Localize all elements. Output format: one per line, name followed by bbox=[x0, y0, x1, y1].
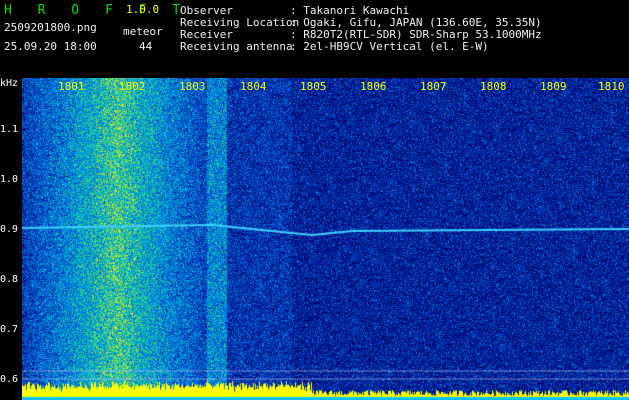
receiver-label: Receiver bbox=[180, 28, 233, 41]
y-tick: 0.8 bbox=[0, 274, 19, 285]
observer-value: : Takanori Kawachi bbox=[290, 4, 410, 17]
meteor-count: 44 bbox=[139, 40, 153, 53]
x-tick: 1803 bbox=[179, 80, 206, 93]
meteor-label: meteor bbox=[123, 25, 163, 38]
app-version: 1.0.0 bbox=[126, 3, 160, 16]
x-tick: 1801 bbox=[58, 80, 85, 93]
y-tick: 0.7 bbox=[0, 324, 19, 335]
x-tick: 1808 bbox=[480, 80, 507, 93]
y-tick: 1.0 bbox=[0, 174, 19, 185]
spectrogram bbox=[22, 78, 629, 400]
x-tick: 1802 bbox=[119, 80, 146, 93]
file-name: 2509201800.png bbox=[4, 21, 97, 34]
y-axis-unit: kHz bbox=[0, 78, 19, 89]
app-title: H R O F F T bbox=[4, 3, 190, 18]
header: H R O F F T 1.0.0 2509201800.png meteor … bbox=[0, 0, 629, 78]
x-tick: 1807 bbox=[420, 80, 447, 93]
receiver-value: : R820T2(RTL-SDR) SDR-Sharp 53.1000MHz bbox=[290, 28, 542, 41]
y-tick: 0.9 bbox=[0, 224, 19, 235]
file-datetime: 25.09.20 18:00 bbox=[4, 40, 97, 53]
x-tick: 1810 bbox=[598, 80, 625, 93]
antenna-label: Receiving antenna bbox=[180, 40, 293, 53]
x-tick: 1804 bbox=[240, 80, 267, 93]
x-tick: 1805 bbox=[300, 80, 327, 93]
location-label: Receiving Location bbox=[180, 16, 300, 29]
y-tick: 0.6 bbox=[0, 374, 19, 385]
y-axis: kHz 1.1 1.0 0.9 0.8 0.7 0.6 bbox=[0, 78, 22, 400]
observer-label: Observer bbox=[180, 4, 233, 17]
antenna-value: : 2el-HB9CV Vertical (el. E-W) bbox=[290, 40, 489, 53]
location-value: : Ogaki, Gifu, JAPAN (136.60E, 35.35N) bbox=[290, 16, 542, 29]
x-tick: 1806 bbox=[360, 80, 387, 93]
y-tick: 1.1 bbox=[0, 124, 19, 135]
x-tick: 1809 bbox=[540, 80, 567, 93]
